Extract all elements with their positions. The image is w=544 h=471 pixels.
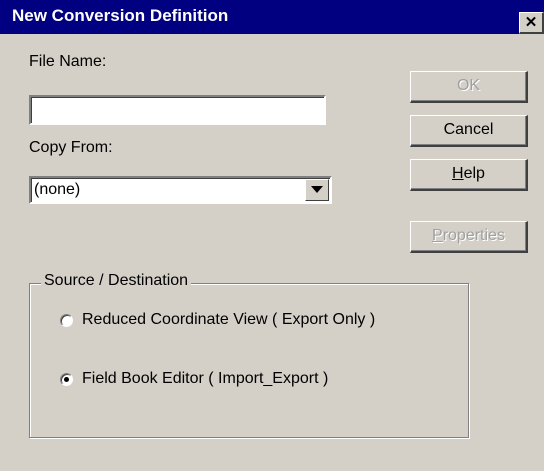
copy-from-label: Copy From: xyxy=(29,139,113,156)
source-destination-group xyxy=(29,283,469,438)
radio-label: Reduced Coordinate View ( Export Only ) xyxy=(82,311,376,328)
help-button-label: Help xyxy=(452,165,485,182)
source-destination-legend: Source / Destination xyxy=(41,272,192,290)
radio-label: Field Book Editor ( Import_Export ) xyxy=(82,370,329,387)
dropdown-arrow-button[interactable] xyxy=(305,179,329,201)
help-button[interactable]: Help xyxy=(410,159,528,191)
cancel-button-label: Cancel xyxy=(443,121,494,138)
copy-from-value: (none) xyxy=(34,181,81,198)
properties-mnemonic: P xyxy=(432,227,443,244)
properties-button-label: Properties xyxy=(432,227,505,244)
conversion-dialog: New Conversion Definition ✕ File Name: C… xyxy=(0,0,544,471)
chevron-down-icon xyxy=(311,186,323,193)
ok-button[interactable]: OK xyxy=(410,71,528,103)
file-name-input[interactable] xyxy=(29,95,326,125)
dialog-title: New Conversion Definition xyxy=(12,6,229,25)
close-button[interactable]: ✕ xyxy=(519,12,544,34)
file-name-label: File Name: xyxy=(29,53,107,70)
cancel-button[interactable]: Cancel xyxy=(410,115,528,147)
properties-button[interactable]: Properties xyxy=(410,221,528,253)
title-bar[interactable]: New Conversion Definition xyxy=(0,0,544,34)
radio-button-unselected[interactable] xyxy=(60,314,73,327)
radio-dot-icon xyxy=(64,377,69,382)
help-mnemonic: H xyxy=(452,165,464,182)
copy-from-dropdown[interactable]: (none) xyxy=(29,176,332,204)
close-icon: ✕ xyxy=(524,14,538,31)
radio-button-selected[interactable] xyxy=(60,373,73,386)
ok-button-label: OK xyxy=(456,77,481,94)
